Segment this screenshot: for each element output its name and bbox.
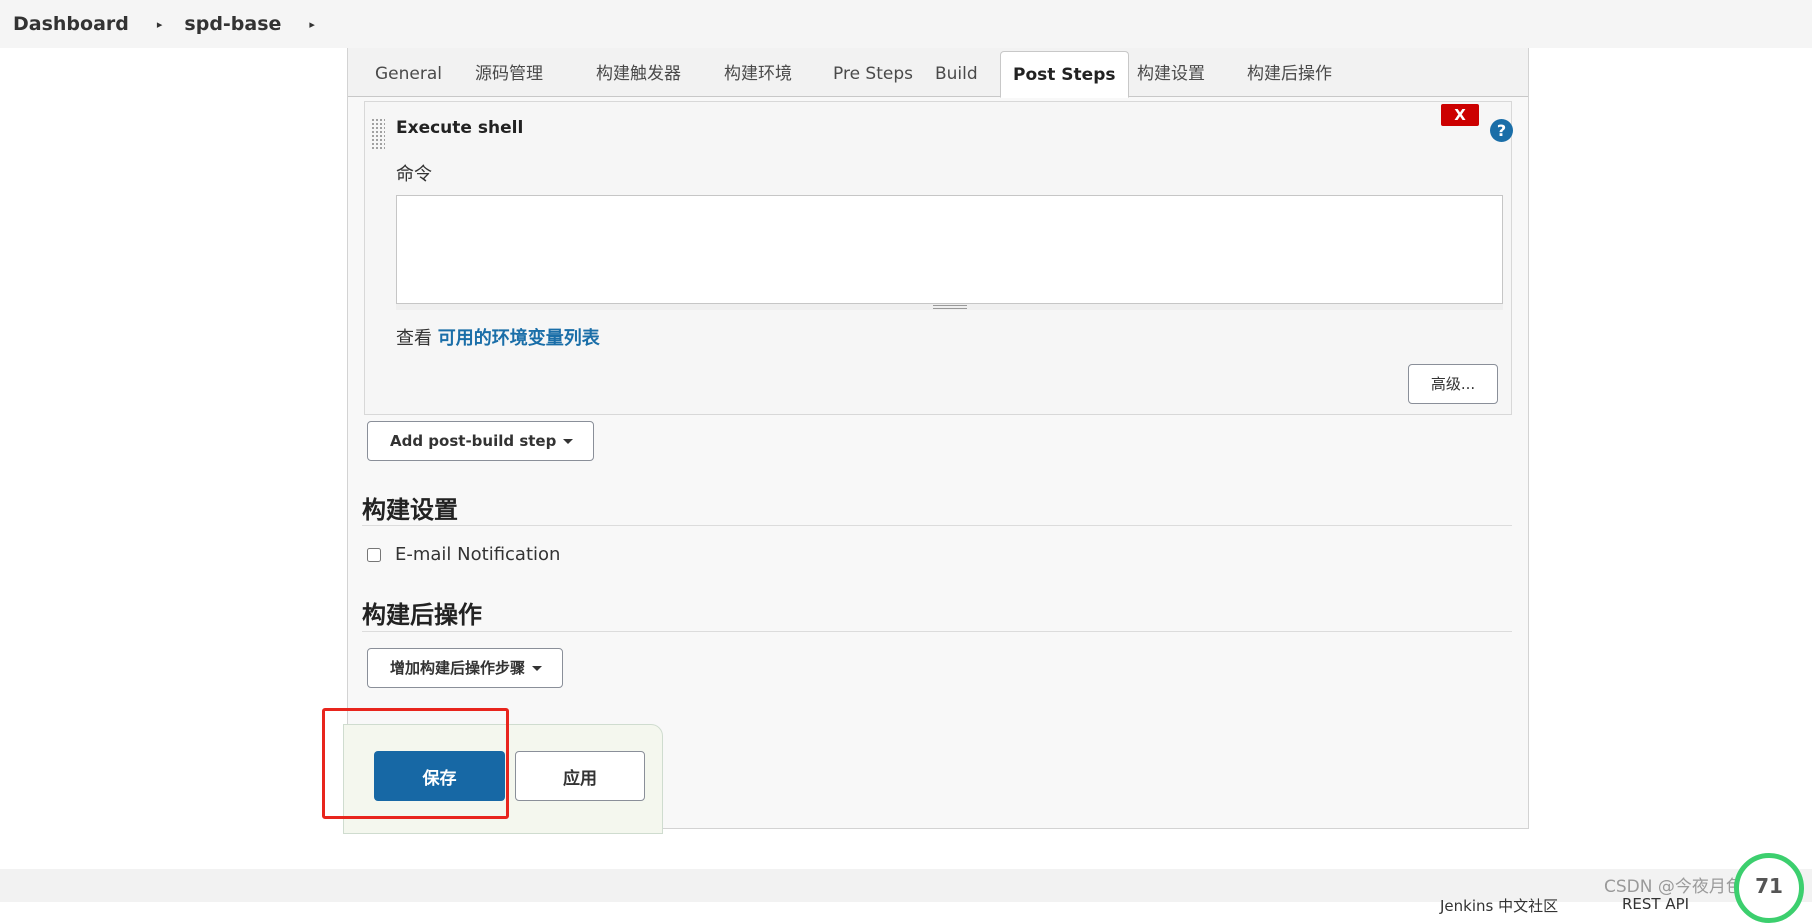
progress-gauge-icon: 71 <box>1734 853 1804 923</box>
add-post-build-step-button[interactable]: Add post-build step <box>367 421 595 461</box>
resize-grip-icon <box>933 305 967 309</box>
tab-pre-steps[interactable]: Pre Steps <box>821 51 925 97</box>
command-textarea[interactable] <box>396 195 1503 309</box>
email-notification-row[interactable]: E-mail Notification <box>367 544 560 565</box>
breadcrumb-dashboard[interactable]: Dashboard <box>13 13 129 35</box>
add-post-build-action-label: 增加构建后操作步骤 <box>390 659 526 677</box>
tab-build-environment[interactable]: 构建环境 <box>712 51 804 97</box>
drag-handle-icon[interactable] <box>371 118 385 150</box>
command-label: 命令 <box>396 164 432 185</box>
breadcrumb-bar: Dashboard ▸ spd-base ▸ <box>0 0 1812 48</box>
advanced-button[interactable]: 高级... <box>1408 364 1498 404</box>
tab-source-control[interactable]: 源码管理 <box>463 51 555 97</box>
breadcrumb-project[interactable]: spd-base <box>184 13 281 35</box>
caret-down-icon <box>563 439 574 444</box>
email-notification-checkbox[interactable] <box>367 547 381 562</box>
help-icon[interactable]: ? <box>1490 119 1513 142</box>
tab-build-settings[interactable]: 构建设置 <box>1125 51 1217 97</box>
caret-down-icon <box>532 666 543 671</box>
apply-button[interactable]: 应用 <box>515 751 645 801</box>
save-button[interactable]: 保存 <box>374 751 505 801</box>
textarea-resize-handle[interactable] <box>396 303 1503 310</box>
section-divider <box>362 631 1512 632</box>
section-divider <box>362 525 1512 526</box>
footer-rest-api-link[interactable]: REST API <box>1622 895 1689 913</box>
execute-shell-step: Execute shell X ? 命令 查看 可用的环境变量列表 高级... <box>364 101 1513 415</box>
tab-build-triggers[interactable]: 构建触发器 <box>584 51 693 97</box>
tab-post-build-actions[interactable]: 构建后操作 <box>1235 51 1344 97</box>
delete-step-button[interactable]: X <box>1441 104 1479 126</box>
tab-build[interactable]: Build <box>923 51 990 97</box>
env-vars-prefix: 查看 <box>396 328 438 349</box>
post-build-actions-heading: 构建后操作 <box>362 601 482 629</box>
breadcrumb-separator-icon[interactable]: ▸ <box>309 18 315 31</box>
gauge-value: 71 <box>1755 874 1783 898</box>
env-vars-line: 查看 可用的环境变量列表 <box>396 324 600 350</box>
footer-community-link[interactable]: Jenkins 中文社区 <box>1440 895 1558 916</box>
tab-general[interactable]: General <box>363 51 454 97</box>
config-panel: General 源码管理 构建触发器 构建环境 Pre Steps Build … <box>347 48 1529 829</box>
breadcrumb-separator-icon[interactable]: ▸ <box>157 18 163 31</box>
env-vars-link[interactable]: 可用的环境变量列表 <box>438 328 600 349</box>
step-title: Execute shell <box>396 118 524 138</box>
config-tabs: General 源码管理 构建触发器 构建环境 Pre Steps Build … <box>348 48 1528 98</box>
build-settings-heading: 构建设置 <box>362 496 458 524</box>
save-apply-bar: 保存 应用 <box>343 724 663 834</box>
email-notification-label: E-mail Notification <box>395 544 561 565</box>
add-post-build-action-button[interactable]: 增加构建后操作步骤 <box>367 648 564 688</box>
add-post-build-step-label: Add post-build step <box>390 432 557 450</box>
footer: Jenkins 中文社区 REST API <box>0 869 1812 915</box>
tab-post-steps[interactable]: Post Steps <box>1000 51 1129 98</box>
